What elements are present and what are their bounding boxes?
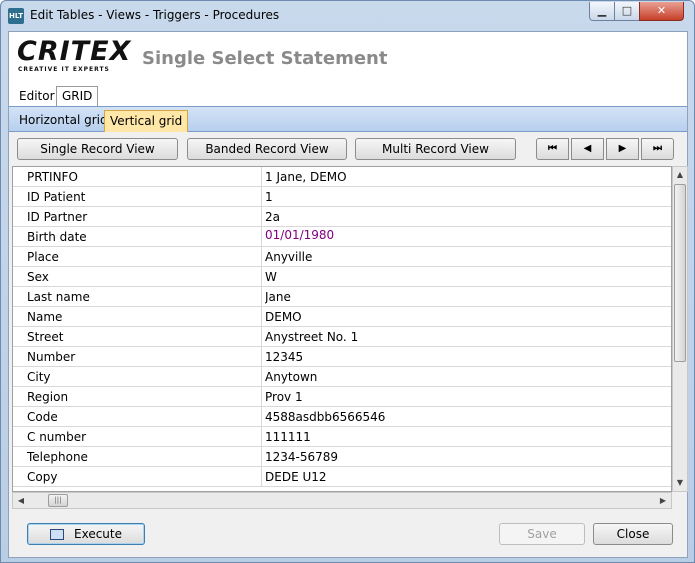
bottom-bar: Execute Save Close (9, 511, 687, 557)
field-name-cell: C number (13, 427, 262, 447)
field-value-cell[interactable]: 4588asdbb6566546 (265, 407, 671, 427)
app-window: HLT Edit Tables - Views - Triggers - Pro… (0, 0, 695, 563)
grid-row[interactable]: Code 4588asdbb6566546 (13, 407, 671, 427)
maximize-button[interactable]: □ (614, 2, 640, 21)
grid-row[interactable]: Street Anystreet No. 1 (13, 327, 671, 347)
next-record-button[interactable]: ▶ (606, 138, 639, 160)
field-name-cell: Street (13, 327, 262, 347)
field-name-cell: ID Patient (13, 187, 262, 207)
field-value-cell[interactable]: Anystreet No. 1 (265, 327, 671, 347)
field-value-cell[interactable]: Jane (265, 287, 671, 307)
grid-row[interactable]: Sex W (13, 267, 671, 287)
title-bar[interactable]: HLT Edit Tables - Views - Triggers - Pro… (1, 1, 694, 31)
execute-icon (50, 529, 64, 540)
scroll-up-icon[interactable]: ▲ (673, 167, 687, 183)
vertical-grid[interactable]: PRTINFO 1 Jane, DEMO ID Patient 1 ID Partner… (12, 166, 672, 492)
field-value-cell[interactable]: DEMO (265, 307, 671, 327)
grid-row[interactable]: ID Partner 2a (13, 207, 671, 227)
field-name-cell: Place (13, 247, 262, 267)
field-value-cell[interactable]: 2a (265, 207, 671, 227)
field-name-cell: Telephone (13, 447, 262, 467)
field-name-cell: Code (13, 407, 262, 427)
save-button[interactable]: Save (499, 523, 585, 545)
field-value-cell[interactable]: Anytown (265, 367, 671, 387)
critex-logo: CRITEX (17, 36, 132, 67)
scroll-down-icon[interactable]: ▼ (673, 475, 687, 491)
header: CRITEX CREATIVE IT EXPERTS Single Select… (9, 32, 687, 84)
horizontal-scroll-thumb[interactable]: ||| (48, 494, 68, 507)
grid-row[interactable]: PRTINFO 1 Jane, DEMO (13, 167, 671, 187)
field-name-cell: Name (13, 307, 262, 327)
tab-horizontal-grid[interactable]: Horizontal grid (14, 110, 113, 132)
field-value-cell[interactable]: 111111 (265, 427, 671, 447)
field-name-cell: City (13, 367, 262, 387)
prev-icon: ◀ (583, 143, 592, 154)
grid-row[interactable]: Region Prov 1 (13, 387, 671, 407)
first-icon: ⏮ (548, 143, 557, 154)
scroll-right-icon[interactable]: ▶ (655, 493, 671, 508)
field-value-cell[interactable]: DEDE U12 (265, 467, 671, 487)
field-name-cell: Birth date (13, 227, 262, 247)
vertical-scroll-thumb[interactable] (674, 184, 686, 362)
field-name-cell: PRTINFO (13, 167, 262, 187)
grid-row[interactable]: Last name Jane (13, 287, 671, 307)
grid-row[interactable]: Birth date 01/01/1980 (13, 227, 671, 247)
field-value-cell[interactable]: 1 Jane, DEMO (265, 167, 671, 187)
field-name-cell: Region (13, 387, 262, 407)
field-name-cell: ID Partner (13, 207, 262, 227)
field-name-cell: Number (13, 347, 262, 367)
grid-row[interactable]: Name DEMO (13, 307, 671, 327)
horizontal-scrollbar[interactable]: ◀ ||| ▶ (12, 492, 672, 509)
next-icon: ▶ (618, 143, 627, 154)
scroll-left-icon[interactable]: ◀ (13, 493, 29, 508)
last-record-button[interactable]: ⏭ (641, 138, 674, 160)
single-record-view-button[interactable]: Single Record View (17, 138, 178, 160)
multi-record-view-button[interactable]: Multi Record View (355, 138, 516, 160)
field-value-cell[interactable]: Prov 1 (265, 387, 671, 407)
grid-row[interactable]: Number 12345 (13, 347, 671, 367)
tab-editor[interactable]: Editor (13, 86, 61, 106)
tab-vertical-grid[interactable]: Vertical grid (104, 110, 189, 132)
execute-button[interactable]: Execute (27, 523, 145, 545)
prev-record-button[interactable]: ◀ (571, 138, 604, 160)
close-window-button[interactable]: ✕ (639, 2, 684, 21)
minimize-button[interactable]: ▁ (589, 2, 615, 21)
vertical-scrollbar[interactable]: ▲ ▼ (672, 166, 688, 492)
window-title: Edit Tables - Views - Triggers - Procedu… (30, 8, 280, 22)
client-area: CRITEX CREATIVE IT EXPERTS Single Select… (8, 31, 688, 558)
close-button[interactable]: Close (593, 523, 673, 545)
field-value-cell[interactable]: 1 (265, 187, 671, 207)
field-name-cell: Last name (13, 287, 262, 307)
grid-row[interactable]: ID Patient 1 (13, 187, 671, 207)
page-title: Single Select Statement (142, 48, 388, 69)
last-icon: ⏭ (653, 143, 662, 154)
grid-tabs: Horizontal grid Vertical grid (9, 106, 687, 132)
field-name-cell: Sex (13, 267, 262, 287)
field-value-cell[interactable]: 01/01/1980 (265, 227, 671, 247)
banded-record-view-button[interactable]: Banded Record View (187, 138, 347, 160)
grid-row[interactable]: C number 111111 (13, 427, 671, 447)
logo-tagline: CREATIVE IT EXPERTS (18, 66, 110, 73)
field-name-cell: Copy (13, 467, 262, 487)
grid-row[interactable]: City Anytown (13, 367, 671, 387)
field-value-cell[interactable]: 12345 (265, 347, 671, 367)
field-value-cell[interactable]: W (265, 267, 671, 287)
view-toolbar: Single Record View Banded Record View Mu… (9, 133, 687, 163)
grid-row[interactable]: Copy DEDE U12 (13, 467, 671, 487)
grid-row[interactable]: Telephone 1234-56789 (13, 447, 671, 467)
execute-label: Execute (74, 527, 122, 541)
first-record-button[interactable]: ⏮ (536, 138, 569, 160)
app-icon: HLT (8, 8, 24, 24)
main-tabs: Editor GRID (9, 84, 687, 106)
tab-grid[interactable]: GRID (56, 86, 99, 106)
field-value-cell[interactable]: 1234-56789 (265, 447, 671, 467)
field-value-cell[interactable]: Anyville (265, 247, 671, 267)
grid-row[interactable]: Place Anyville (13, 247, 671, 267)
